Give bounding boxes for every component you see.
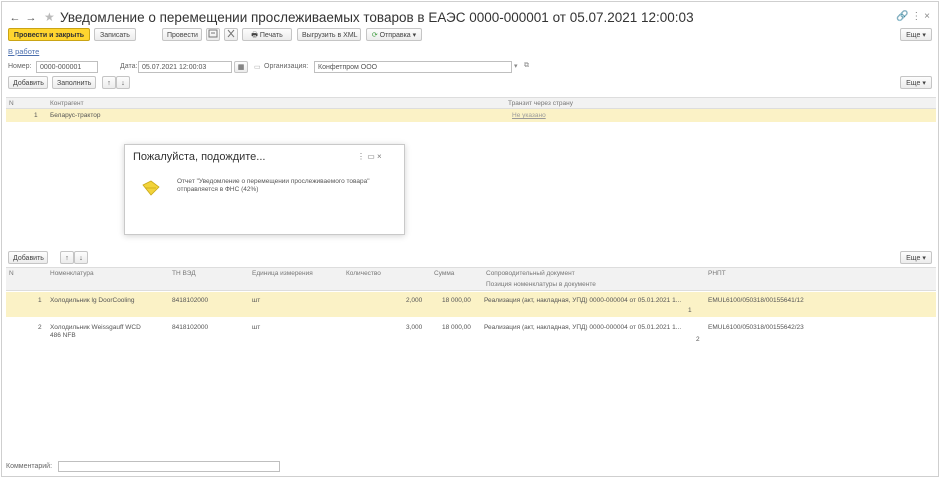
printer-icon: 🖶: [251, 32, 260, 39]
move-up-icon[interactable]: ↑: [102, 76, 116, 89]
table2-more-label: Еще: [906, 255, 921, 262]
date-label: Дата:: [120, 63, 138, 70]
row-doc: Реализация (акт, накладная, УПД) 0000-00…: [484, 297, 682, 304]
calendar-icon[interactable]: ▦: [234, 61, 248, 73]
table1-add-button[interactable]: Добавить: [8, 76, 48, 89]
print-button[interactable]: 🖶 Печать: [242, 28, 292, 41]
table-row[interactable]: 1 Беларус-трактор Не указано: [6, 109, 936, 122]
status-link[interactable]: В работе: [8, 47, 39, 56]
favorite-star-icon[interactable]: ★: [44, 10, 55, 24]
save-button[interactable]: Записать: [94, 28, 136, 41]
send-label: Отправка: [379, 32, 411, 39]
col-doc-position[interactable]: Позиция номенклатуры в документе: [486, 281, 596, 288]
chevron-down-icon: ▾: [410, 32, 417, 39]
row-sum: 18 000,00: [442, 297, 471, 304]
row-number: 1: [34, 112, 38, 119]
row-qty: 2,000: [406, 297, 423, 304]
row-rnpt: EMUL6100/050318/00155642/23: [708, 324, 804, 331]
row-contractor: Беларус-трактор: [50, 112, 101, 119]
col-n: N: [9, 270, 14, 277]
window-controls[interactable]: 🔗 ⋮ ×: [896, 11, 930, 22]
row-number: 2: [38, 324, 42, 331]
row-sum: 18 000,00: [442, 324, 471, 331]
col-doc[interactable]: Сопроводительный документ: [486, 270, 575, 277]
org-dropdown-icon[interactable]: ▾: [514, 62, 518, 70]
table1-fill-button[interactable]: Заполнить: [52, 76, 96, 89]
date-input[interactable]: 05.07.2021 12:00:03: [138, 61, 232, 73]
org-label: Организация:: [264, 63, 309, 70]
col-contractor[interactable]: Контрагент: [50, 100, 84, 107]
col-tnved[interactable]: ТН ВЭД: [172, 270, 196, 277]
print-label: Печать: [259, 32, 283, 39]
wait-dialog: Пожалуйста, подождите... ⋮ ▭ × Отчет "Ув…: [124, 144, 405, 235]
row-qty: 3,000: [406, 324, 423, 331]
row-doc-position: 1: [688, 307, 692, 314]
dialog-controls[interactable]: ⋮ ▭ ×: [357, 152, 382, 161]
col-n: N: [9, 100, 14, 107]
table2-header: N Номенклатура ТН ВЭД Единица измерения …: [6, 267, 936, 291]
back-arrow-icon[interactable]: ←: [8, 12, 22, 24]
row-item: Холодильник lg DoorCooling: [50, 297, 135, 304]
row-unit: шт: [252, 324, 261, 331]
col-rnpt[interactable]: РНПТ: [708, 270, 726, 277]
post-button[interactable]: Провести: [162, 28, 202, 41]
chevron-down-icon: ▾: [920, 32, 926, 39]
row-item: Холодильник Weissgauff WCD 486 NFB: [50, 324, 141, 339]
upload-xml-button[interactable]: Выгрузить в XML: [297, 28, 361, 41]
organization-input[interactable]: Конфетпром ООО: [314, 61, 512, 73]
title-bar: ← → ★ Уведомление о перемещении прослежи…: [8, 8, 934, 30]
org-open-icon[interactable]: ⧉: [524, 62, 529, 70]
table2-more-button[interactable]: Еще ▾: [900, 251, 932, 264]
document-window: ← → ★ Уведомление о перемещении прослежи…: [1, 1, 939, 477]
col-transit[interactable]: Транзит через страну: [508, 100, 573, 107]
table1-more-button[interactable]: Еще ▾: [900, 76, 932, 89]
row-doc-position: 2: [696, 336, 700, 343]
move-up-icon[interactable]: ↑: [60, 251, 74, 264]
window-title: Уведомление о перемещении прослеживаемых…: [60, 10, 694, 25]
more-label: Еще: [906, 32, 921, 39]
table1-more-label: Еще: [906, 80, 921, 87]
row-doc: Реализация (акт, накладная, УПД) 0000-00…: [484, 324, 682, 331]
move-down-icon[interactable]: ↓: [74, 251, 88, 264]
send-button[interactable]: ⟳ Отправка ▾: [366, 28, 422, 41]
row-rnpt: EMUL6100/050318/00155641/12: [708, 297, 804, 304]
chevron-down-icon: ▾: [920, 255, 926, 262]
col-sum[interactable]: Сумма: [434, 270, 454, 277]
table1-header: N Контрагент Транзит через страну: [6, 97, 936, 109]
dialog-message: Отчет "Уведомление о перемещении прослеж…: [177, 178, 370, 193]
col-unit[interactable]: Единица измерения: [252, 270, 313, 277]
col-item[interactable]: Номенклатура: [50, 270, 94, 277]
row-tnved: 8418102000: [172, 324, 209, 331]
cancel-posting-icon[interactable]: [224, 28, 238, 41]
progress-clock-icon: [141, 179, 161, 199]
more-button[interactable]: Еще ▾: [900, 28, 932, 41]
dialog-title: Пожалуйста, подождите...: [133, 151, 266, 163]
col-qty[interactable]: Количество: [346, 270, 381, 277]
move-down-icon[interactable]: ↓: [116, 76, 130, 89]
table2-add-button[interactable]: Добавить: [8, 251, 48, 264]
table-row[interactable]: 2 Холодильник Weissgauff WCD 486 NFB 841…: [6, 320, 936, 348]
row-number: 1: [38, 297, 42, 304]
row-unit: шт: [252, 297, 261, 304]
comment-label: Комментарий:: [6, 463, 53, 470]
org-separator-icon: ▭: [254, 64, 261, 71]
comment-input[interactable]: [58, 461, 280, 472]
chevron-down-icon: ▾: [920, 80, 926, 87]
row-tnved: 8418102000: [172, 297, 209, 304]
number-label: Номер:: [8, 63, 32, 70]
post-and-close-button[interactable]: Провести и закрыть: [8, 28, 90, 41]
send-icon: ⟳: [371, 32, 380, 39]
row-transit[interactable]: Не указано: [512, 112, 546, 119]
forward-arrow-icon[interactable]: →: [24, 12, 38, 24]
posting-journal-icon[interactable]: [206, 28, 220, 41]
table-row[interactable]: 1 Холодильник lg DoorCooling 8418102000 …: [6, 292, 936, 317]
number-input[interactable]: 0000-000001: [36, 61, 98, 73]
